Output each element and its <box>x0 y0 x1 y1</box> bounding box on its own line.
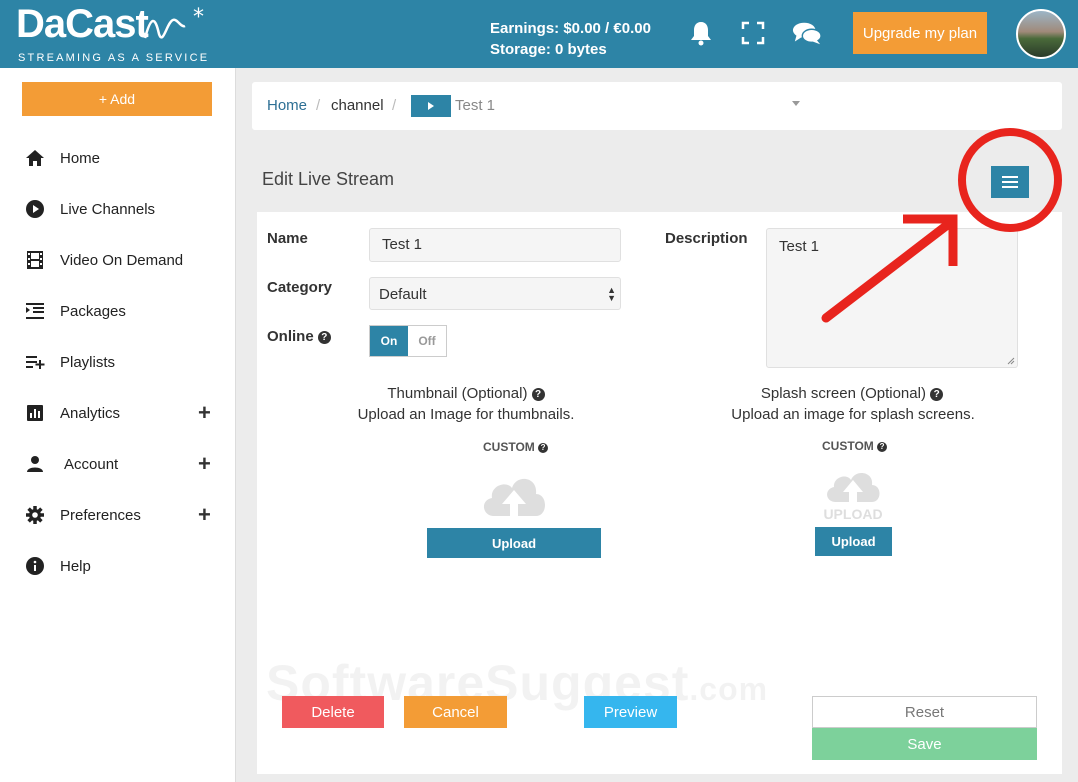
delete-button[interactable]: Delete <box>282 696 384 728</box>
select-arrows-icon: ▲ ▼ <box>607 285 616 303</box>
category-label: Category <box>267 279 333 296</box>
thumbnail-description: Upload an Image for thumbnails. <box>357 406 575 423</box>
help-question-icon[interactable]: ? <box>531 388 545 401</box>
toggle-on[interactable]: On <box>370 326 408 356</box>
toggle-off[interactable]: Off <box>408 326 446 356</box>
earnings-text: Earnings: $0.00 / €0.00 <box>490 20 651 37</box>
logo-squiggle-star-icon: * <box>143 6 204 39</box>
expand-plus-icon[interactable]: + <box>198 400 211 426</box>
logo-wordmark: DaCast <box>16 2 149 46</box>
thumbnail-title-text: Thumbnail (Optional) <box>387 385 528 402</box>
custom-text: CUSTOM <box>822 439 874 453</box>
splash-custom-label: CUSTOM ? <box>822 439 888 453</box>
category-value: Default <box>379 286 427 303</box>
help-question-icon[interactable]: ? <box>538 443 549 453</box>
help-question-icon[interactable]: ? <box>317 331 331 344</box>
sidebar-item-video-on-demand[interactable]: Video On Demand <box>0 240 236 280</box>
menu-line <box>1002 181 1018 183</box>
splash-upload-button[interactable]: Upload <box>815 527 892 556</box>
sidebar-item-playlists[interactable]: Playlists <box>0 342 236 382</box>
sidebar-item-label: Preferences <box>60 506 141 524</box>
logo-tagline: STREAMING AS A SERVICE <box>18 52 210 64</box>
play-circle-icon <box>24 198 46 220</box>
home-icon <box>24 147 46 169</box>
sidebar-item-preferences[interactable]: Preferences + <box>0 495 236 535</box>
help-question-icon[interactable]: ? <box>877 442 888 452</box>
sidebar-item-analytics[interactable]: Analytics + <box>0 393 236 433</box>
sidebar-item-home[interactable]: Home <box>0 138 236 178</box>
sidebar-item-label: Account <box>64 455 119 473</box>
name-label: Name <box>267 230 308 247</box>
user-icon <box>24 453 46 475</box>
chat-icon[interactable] <box>792 18 822 48</box>
sidebar-item-label: Playlists <box>60 353 116 371</box>
bell-icon[interactable] <box>686 18 716 48</box>
splash-title: Splash screen (Optional) ? <box>712 385 992 402</box>
sidebar-item-label: Video On Demand <box>60 251 184 269</box>
sidebar-item-live-channels[interactable]: Live Channels <box>0 189 236 229</box>
upload-placeholder-text: UPLOAD <box>823 506 883 522</box>
film-icon <box>24 249 46 271</box>
cancel-button[interactable]: Cancel <box>404 696 507 728</box>
fullscreen-icon[interactable] <box>738 18 768 48</box>
sidebar-item-label: Help <box>60 557 91 575</box>
sidebar-item-label: Live Channels <box>60 200 156 218</box>
live-play-icon <box>411 95 451 117</box>
name-field[interactable]: Test 1 <box>369 228 621 262</box>
caret-down-icon[interactable] <box>792 101 800 106</box>
save-button[interactable]: Save <box>812 728 1037 760</box>
info-icon <box>24 555 46 577</box>
description-value: Test 1 <box>779 238 820 255</box>
account-summary: Earnings: $0.00 / €0.00 Storage: 0 bytes <box>490 18 651 60</box>
expand-plus-icon[interactable]: + <box>198 451 211 477</box>
sidebar-item-help[interactable]: Help <box>0 546 236 586</box>
thumbnail-custom-label: CUSTOM ? <box>483 440 549 454</box>
bar-chart-icon <box>24 402 46 424</box>
watermark-suffix: .com <box>689 671 769 707</box>
breadcrumb-home-link[interactable]: Home <box>267 97 307 114</box>
add-button[interactable]: + Add <box>22 82 212 116</box>
top-header: DaCast * STREAMING AS A SERVICE Earnings… <box>0 0 1078 68</box>
gear-icon <box>24 504 46 526</box>
sidebar-item-label: Analytics <box>60 404 121 422</box>
breadcrumb-current: Test 1 <box>455 97 496 114</box>
reset-button[interactable]: Reset <box>812 696 1037 728</box>
splash-title-text: Splash screen (Optional) <box>760 385 926 402</box>
description-label: Description <box>665 230 748 247</box>
description-textarea[interactable]: Test 1 <box>766 228 1018 368</box>
sidebar-item-label: Home <box>60 149 101 167</box>
breadcrumb: Home / channel / Test 1 <box>252 82 1062 130</box>
thumbnail-upload-button[interactable]: Upload <box>427 528 601 558</box>
splash-description: Upload an image for splash screens. <box>731 406 975 423</box>
custom-text: CUSTOM <box>483 440 535 454</box>
avatar[interactable] <box>1016 9 1066 59</box>
storage-text: Storage: 0 bytes <box>490 41 607 58</box>
page-title: Edit Live Stream <box>262 169 395 189</box>
menu-line <box>1002 176 1018 178</box>
category-select[interactable]: Default ▲ ▼ <box>369 277 621 310</box>
help-question-icon[interactable]: ? <box>930 388 944 401</box>
sidebar: + Add Home Live Channels Video On Demand… <box>0 68 236 782</box>
menu-line <box>1002 186 1018 188</box>
dacast-logo[interactable]: DaCast * STREAMING AS A SERVICE <box>16 2 207 64</box>
upgrade-plan-button[interactable]: Upgrade my plan <box>853 12 987 54</box>
online-label: Online ? <box>267 328 331 345</box>
hamburger-menu-button[interactable] <box>991 166 1029 198</box>
sidebar-item-label: Packages <box>60 302 126 320</box>
breadcrumb-channel[interactable]: channel <box>331 97 384 114</box>
breadcrumb-separator: / <box>316 97 321 114</box>
sidebar-item-packages[interactable]: Packages <box>0 291 236 331</box>
preview-button[interactable]: Preview <box>584 696 677 728</box>
thumbnail-title: Thumbnail (Optional) ? <box>330 385 602 402</box>
svg-text:*: * <box>193 6 204 30</box>
online-label-text: Online <box>267 328 314 345</box>
packages-icon <box>24 300 46 322</box>
sidebar-item-account[interactable]: Account + <box>0 444 236 484</box>
playlist-add-icon <box>24 351 46 373</box>
resize-grip-icon[interactable] <box>1007 357 1015 365</box>
expand-plus-icon[interactable]: + <box>198 502 211 528</box>
breadcrumb-separator: / <box>392 97 397 114</box>
cloud-upload-icon <box>483 478 545 516</box>
online-toggle[interactable]: On Off <box>369 325 447 357</box>
